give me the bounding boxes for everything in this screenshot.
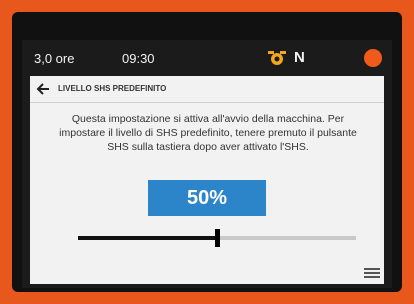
settings-panel: LIVELLO SHS PREDEFINITO Questa impostazi…	[30, 76, 384, 284]
level-slider[interactable]	[78, 228, 356, 248]
gear-indicator: N	[294, 49, 305, 66]
description-text: Questa impostazione si attiva all'avvio …	[59, 113, 357, 153]
page-title: LIVELLO SHS PREDEFINITO	[58, 84, 167, 93]
alert-indicator-icon	[364, 49, 382, 67]
menu-icon[interactable]	[364, 266, 380, 280]
slider-thumb[interactable]	[215, 229, 220, 247]
status-bar: 3,0 ore 09:30 N	[22, 40, 392, 76]
level-value-display: 50%	[148, 180, 266, 216]
slider-track	[217, 236, 356, 240]
operating-hours: 3,0 ore	[34, 51, 75, 66]
clock: 09:30	[122, 51, 155, 66]
gear-warning-icon	[266, 48, 288, 68]
slider-track-fill	[78, 236, 217, 240]
back-arrow-icon[interactable]	[34, 80, 52, 98]
panel-header: LIVELLO SHS PREDEFINITO	[30, 76, 384, 103]
machine-display: 3,0 ore 09:30 N LIVELLO SHS PREDEFINITO …	[22, 40, 392, 288]
